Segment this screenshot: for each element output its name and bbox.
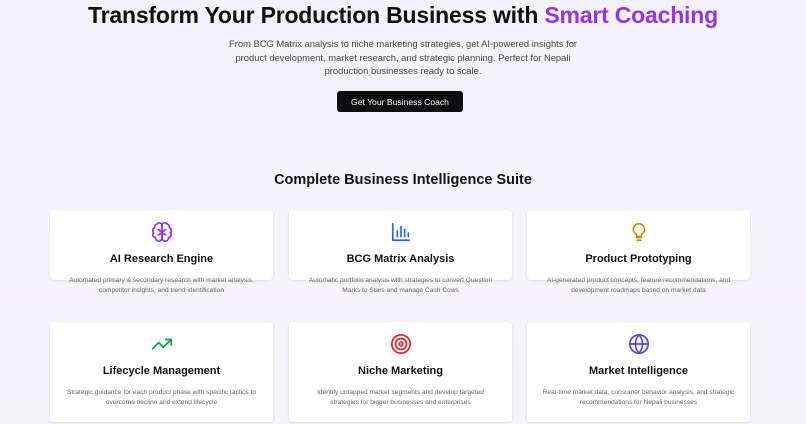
feature-description: Automatic portfolio analysis with strate… — [308, 277, 493, 295]
hero-subtitle: From BCG Matrix analysis to niche market… — [228, 38, 578, 77]
lightbulb-icon — [527, 221, 750, 243]
feature-title: Lifecycle Management — [102, 365, 221, 377]
feature-card-niche-marketing[interactable]: Niche Marketing Identify untapped market… — [289, 322, 512, 422]
get-business-coach-button[interactable]: Get Your Business Coach — [337, 91, 463, 112]
hero-title-main: Transform Your Production Business with — [88, 2, 545, 28]
feature-title: BCG Matrix Analysis — [346, 253, 455, 265]
feature-title: Product Prototyping — [585, 253, 692, 265]
trending-up-icon — [50, 333, 273, 355]
feature-card-market-intelligence[interactable]: Market Intelligence Real-time market dat… — [527, 322, 750, 422]
feature-card-bcg-matrix[interactable]: BCG Matrix Analysis Automatic portfolio … — [289, 210, 512, 294]
feature-card-product-prototyping[interactable]: Product Prototyping AI-generated product… — [527, 210, 750, 294]
globe-icon — [527, 333, 750, 355]
bar-chart-icon — [289, 221, 512, 243]
feature-description: Real-time market data, consumer behavior… — [542, 389, 735, 407]
target-icon — [289, 333, 512, 355]
hero-title: Transform Your Production Business with … — [0, 2, 806, 29]
section-title: Complete Business Intelligence Suite — [274, 172, 532, 188]
feature-card-ai-research[interactable]: AI Research Engine Automated primary & s… — [50, 210, 273, 294]
feature-description: Automated primary & secondary research w… — [69, 277, 254, 295]
feature-description: AI-generated product concepts, feature r… — [546, 277, 731, 295]
feature-title: Niche Marketing — [358, 365, 443, 377]
feature-description: Identify untapped market segments and de… — [317, 389, 484, 407]
feature-title: AI Research Engine — [109, 253, 214, 265]
feature-card-lifecycle-management[interactable]: Lifecycle Management Strategic guidance … — [50, 322, 273, 422]
feature-title: Market Intelligence — [588, 365, 689, 377]
feature-description: Strategic guidance for each product phas… — [66, 389, 257, 407]
brain-icon — [50, 221, 273, 243]
hero-title-accent: Smart Coaching — [544, 2, 718, 28]
